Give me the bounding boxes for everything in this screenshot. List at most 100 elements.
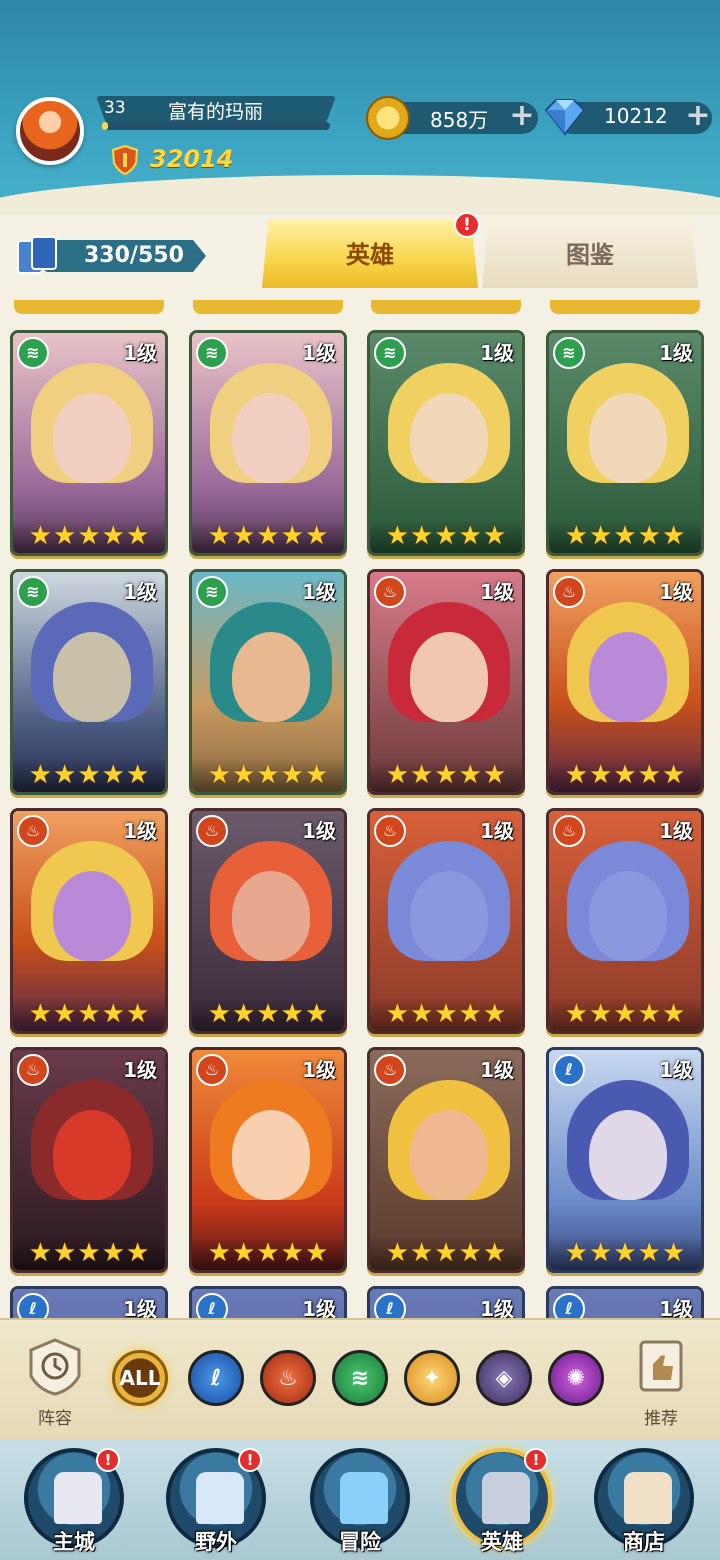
- hero-capacity[interactable]: 330/550: [14, 235, 206, 275]
- nav-item[interactable]: 英雄!: [444, 1448, 560, 1556]
- power-shield-icon: [112, 145, 138, 175]
- tab-codex[interactable]: 图鉴: [482, 220, 698, 288]
- hero-card[interactable]: ♨ 1级 ★ ★ ★ ★ ★: [189, 808, 347, 1034]
- water-faction-icon: ℓ: [553, 1054, 585, 1086]
- tab-heroes[interactable]: 英雄: [262, 220, 478, 288]
- filter-arcane-button[interactable]: ✺: [548, 1350, 604, 1406]
- hero-card[interactable]: ≋ 1级 ★ ★ ★ ★ ★: [546, 330, 704, 556]
- filter-nature-button[interactable]: ≋: [332, 1350, 388, 1406]
- star-icon: ★: [434, 760, 458, 790]
- power-value: 32014: [150, 145, 234, 173]
- star-icon: ★: [125, 760, 150, 790]
- hero-stars: ★ ★ ★ ★ ★: [370, 758, 522, 792]
- hero-level: 1级: [659, 580, 693, 604]
- star-icon: ★: [28, 999, 53, 1029]
- hero-stars: ★ ★ ★ ★ ★: [549, 758, 701, 792]
- hero-card[interactable]: ♨ 1级 ★ ★ ★ ★ ★: [367, 808, 525, 1034]
- star-icon: ★: [256, 521, 280, 551]
- hero-card[interactable]: ♨ 1级 ★ ★ ★ ★ ★: [546, 569, 704, 795]
- star-icon: ★: [77, 760, 101, 790]
- water-faction-icon: ℓ: [374, 1293, 406, 1318]
- hero-stars: ★ ★ ★ ★ ★: [192, 1236, 344, 1270]
- star-icon: ★: [589, 521, 613, 551]
- nav-label: 英雄: [481, 1530, 523, 1554]
- star-icon: ★: [207, 1238, 232, 1268]
- hero-card[interactable]: ≋ 1级 ★ ★ ★ ★ ★: [189, 330, 347, 556]
- hero-card[interactable]: ≋ 1级 ★ ★ ★ ★ ★: [10, 330, 168, 556]
- filter-light-button[interactable]: ✦: [404, 1350, 460, 1406]
- fire-faction-icon: ♨: [374, 576, 406, 608]
- hero-card[interactable]: ℓ1级★★★★★: [367, 1286, 525, 1318]
- hero-card[interactable]: ℓ1级★★★★★: [546, 1286, 704, 1318]
- star-icon: ★: [77, 1238, 101, 1268]
- hero-card[interactable]: ♨ 1级 ★ ★ ★ ★ ★: [546, 808, 704, 1034]
- fire-faction-icon: ♨: [374, 815, 406, 847]
- lineup-clock-icon: [29, 1338, 81, 1396]
- recommend-button[interactable]: 推荐: [626, 1336, 696, 1430]
- lineup-label: 阵容: [38, 1409, 72, 1429]
- star-icon: ★: [458, 1238, 482, 1268]
- hero-stars: ★ ★ ★ ★ ★: [13, 1236, 165, 1270]
- hero-card[interactable]: ≋ 1级 ★ ★ ★ ★ ★: [10, 569, 168, 795]
- filter-water-button[interactable]: ℓ: [188, 1350, 244, 1406]
- hero-card[interactable]: ♨ 1级 ★ ★ ★ ★ ★: [189, 1047, 347, 1273]
- hero-level: 1级: [480, 1058, 514, 1082]
- star-icon: ★: [589, 760, 613, 790]
- nav-item[interactable]: 主城!: [16, 1448, 132, 1556]
- thumbs-up-icon: [639, 1340, 683, 1392]
- hero-card[interactable]: ℓ1级★★★★★: [189, 1286, 347, 1318]
- star-icon: ★: [410, 1238, 434, 1268]
- hero-level: 1级: [659, 341, 693, 365]
- filter-shadow-button[interactable]: ◈: [476, 1350, 532, 1406]
- hero-stars: ★ ★ ★ ★ ★: [192, 997, 344, 1031]
- nav-item[interactable]: 野外!: [158, 1448, 274, 1556]
- star-icon: ★: [304, 521, 329, 551]
- nav-label: 商店: [623, 1530, 665, 1554]
- hero-level: 1级: [123, 1297, 157, 1318]
- star-icon: ★: [564, 1238, 589, 1268]
- lineup-button[interactable]: 阵容: [20, 1336, 90, 1430]
- star-icon: ★: [125, 1238, 150, 1268]
- hero-card[interactable]: ♨ 1级 ★ ★ ★ ★ ★: [10, 808, 168, 1034]
- star-icon: ★: [482, 760, 507, 790]
- hero-stars: ★ ★ ★ ★ ★: [370, 1236, 522, 1270]
- add-gems-button[interactable]: +: [684, 101, 712, 131]
- star-icon: ★: [28, 521, 53, 551]
- hero-level: 1级: [480, 341, 514, 365]
- hero-level: 1级: [480, 580, 514, 604]
- nature-faction-icon: ≋: [350, 1365, 370, 1391]
- add-gold-button[interactable]: +: [508, 101, 536, 131]
- nav-label: 野外: [195, 1530, 237, 1554]
- star-icon: ★: [256, 760, 280, 790]
- hero-card[interactable]: ≋ 1级 ★ ★ ★ ★ ★: [367, 330, 525, 556]
- filter-all-button[interactable]: ALL: [112, 1350, 168, 1406]
- gold-amount: 858万: [430, 108, 489, 132]
- hero-card[interactable]: ♨ 1级 ★ ★ ★ ★ ★: [367, 1047, 525, 1273]
- hero-stars: ★ ★ ★ ★ ★: [13, 758, 165, 792]
- filter-fire-button[interactable]: ♨: [260, 1350, 316, 1406]
- star-icon: ★: [207, 999, 232, 1029]
- hero-card[interactable]: ≋ 1级 ★ ★ ★ ★ ★: [189, 569, 347, 795]
- hero-card[interactable]: ♨ 1级 ★ ★ ★ ★ ★: [10, 1047, 168, 1273]
- hero-card-partial: [550, 300, 700, 314]
- nav-item[interactable]: 商店: [586, 1448, 702, 1556]
- star-icon: ★: [101, 521, 125, 551]
- hero-stars: ★ ★ ★ ★ ★: [370, 519, 522, 553]
- hero-card-partial: [14, 300, 164, 314]
- star-icon: ★: [385, 521, 410, 551]
- star-icon: ★: [434, 999, 458, 1029]
- hero-card[interactable]: ℓ1级★★★★★: [546, 1047, 704, 1273]
- hero-card[interactable]: ♨ 1级 ★ ★ ★ ★ ★: [367, 569, 525, 795]
- hero-level: 1级: [302, 1058, 336, 1082]
- star-icon: ★: [661, 1238, 686, 1268]
- star-icon: ★: [256, 999, 280, 1029]
- star-icon: ★: [304, 760, 329, 790]
- hero-card[interactable]: ℓ1级★★★★★: [10, 1286, 168, 1318]
- player-avatar[interactable]: [16, 97, 84, 165]
- star-icon: ★: [232, 760, 256, 790]
- star-icon: ★: [564, 999, 589, 1029]
- star-icon: ★: [232, 1238, 256, 1268]
- star-icon: ★: [613, 999, 637, 1029]
- nav-item[interactable]: 冒险: [302, 1448, 418, 1556]
- star-icon: ★: [613, 521, 637, 551]
